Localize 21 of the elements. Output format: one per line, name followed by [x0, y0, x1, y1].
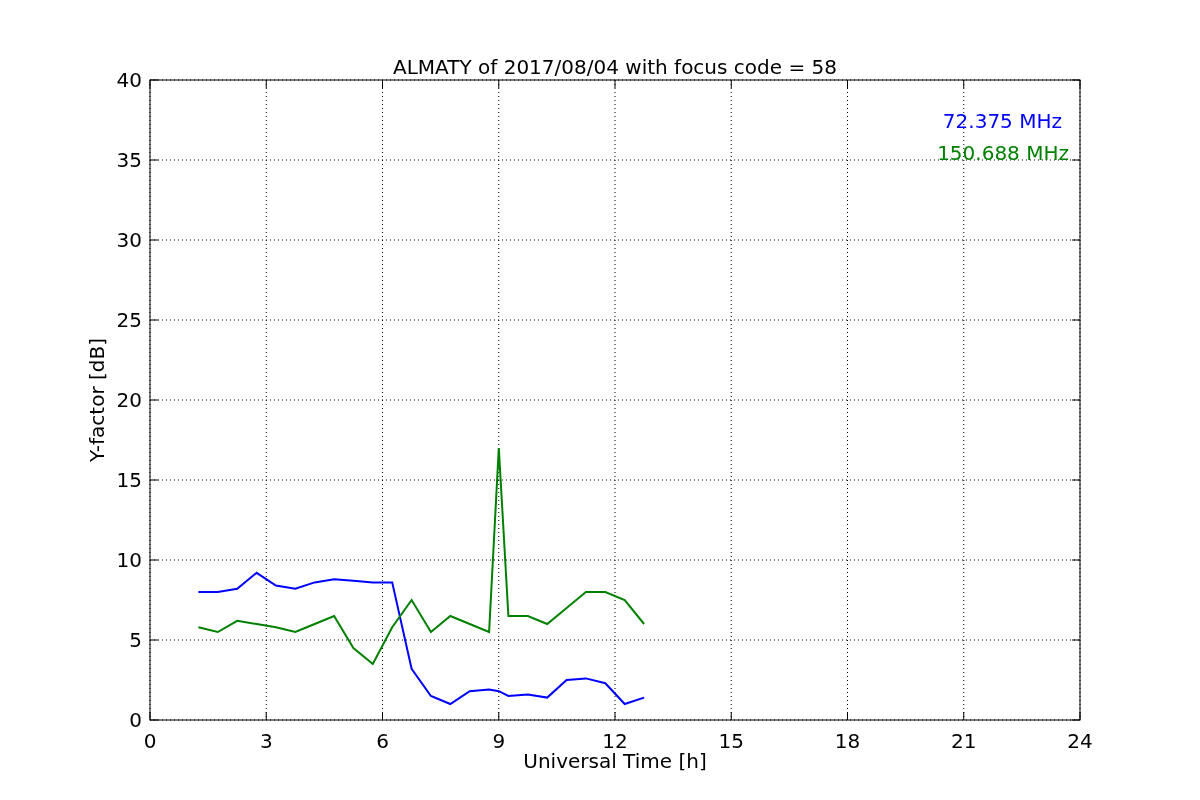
y-tick-label: 25	[116, 308, 142, 332]
legend-label: 150.688 MHz	[937, 141, 1069, 165]
x-tick-label: 15	[718, 729, 744, 753]
x-tick-label: 21	[951, 729, 977, 753]
y-tick-label: 35	[116, 148, 142, 172]
x-tick-label: 24	[1067, 729, 1093, 753]
y-tick-label: 40	[116, 68, 142, 92]
x-tick-label: 6	[376, 729, 389, 753]
y-tick-label: 20	[116, 388, 142, 412]
y-tick-label: 10	[116, 548, 142, 572]
y-tick-label: 0	[129, 708, 142, 732]
chart-title: ALMATY of 2017/08/04 with focus code = 58	[393, 55, 837, 79]
legend-label: 72.375 MHz	[942, 109, 1062, 133]
x-tick-label: 9	[492, 729, 506, 753]
y-axis-label: Y-factor [dB]	[85, 338, 109, 462]
y-tick-label: 30	[116, 228, 142, 252]
x-tick-label: 3	[259, 729, 273, 753]
x-tick-label: 0	[143, 729, 157, 753]
x-tick-label: 18	[834, 729, 861, 753]
y-tick-label: 15	[116, 468, 142, 492]
y-tick-label: 5	[129, 628, 142, 652]
